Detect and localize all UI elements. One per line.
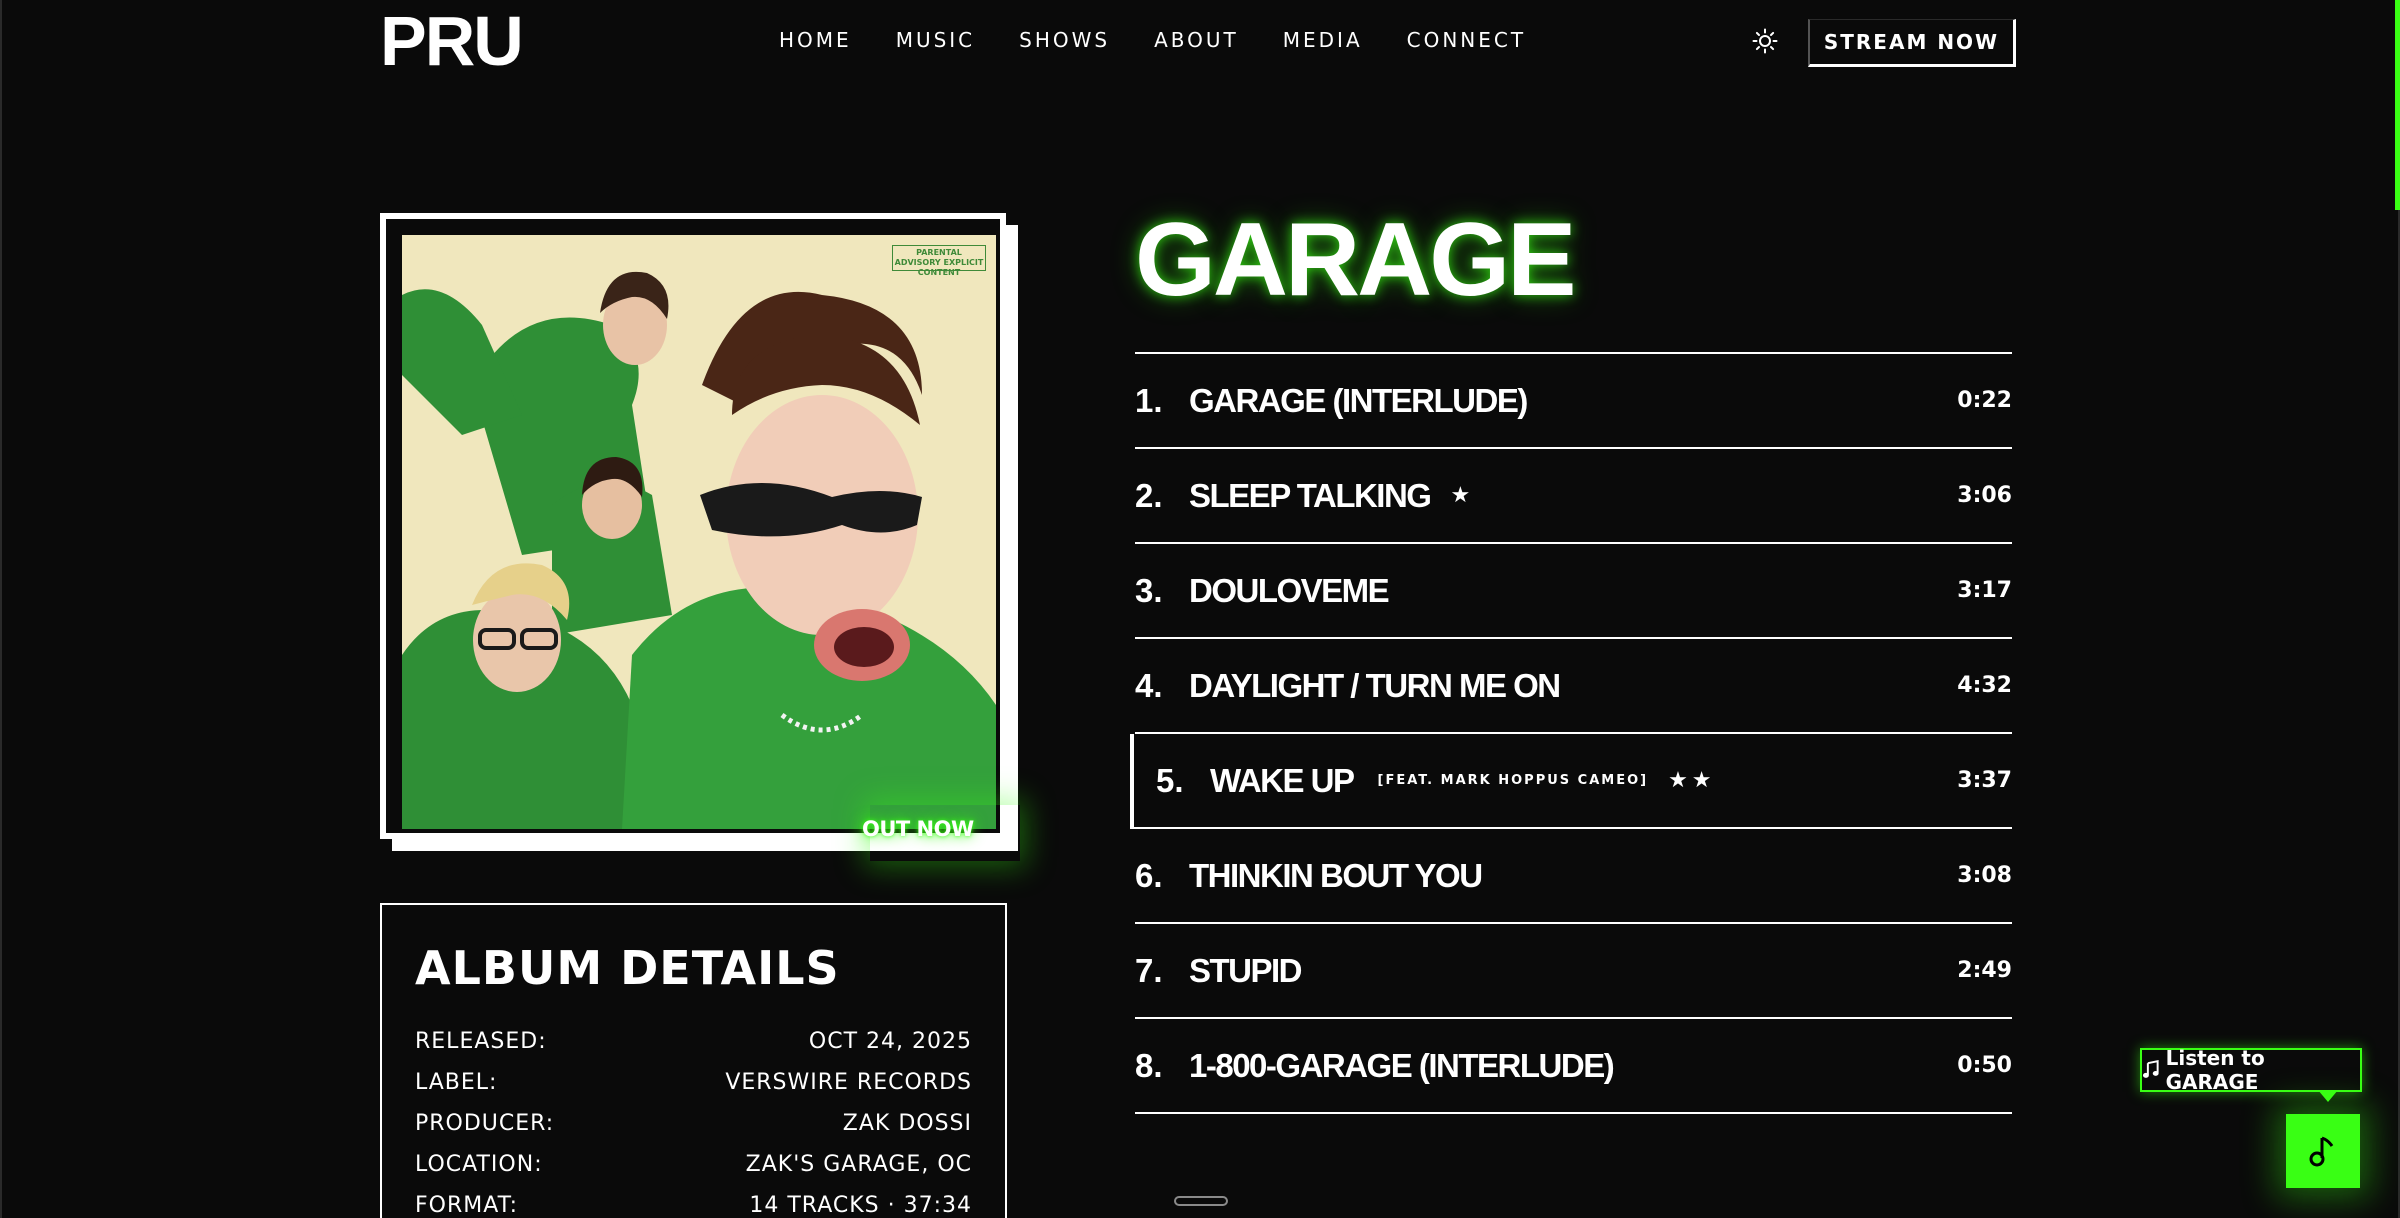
track-number: 6. — [1135, 856, 1163, 894]
parental-advisory-label: PARENTAL ADVISORY EXPLICIT CONTENT — [892, 245, 986, 277]
nav-link-music[interactable]: MUSIC — [896, 28, 975, 52]
track-number: 4. — [1135, 666, 1163, 704]
track-number: 7. — [1135, 951, 1163, 989]
listen-tooltip[interactable]: Listen to GARAGE — [2140, 1046, 2362, 1102]
scrollbar-thumb[interactable] — [2395, 0, 2400, 210]
detail-value: OCT 24, 2025 — [808, 1029, 972, 1054]
star-icon: ★ — [1450, 483, 1475, 508]
track-duration: 3:08 — [1957, 863, 2012, 888]
track-row[interactable]: 2. SLEEP TALKING ★ 3:06 — [1135, 449, 2012, 544]
music-player-button[interactable] — [2286, 1114, 2360, 1188]
detail-label: LABEL: — [415, 1070, 498, 1095]
album-art-image: PARENTAL ADVISORY EXPLICIT CONTENT — [402, 235, 996, 829]
track-duration: 4:32 — [1957, 673, 2012, 698]
track-row[interactable]: 8. 1-800-GARAGE (INTERLUDE) 0:50 — [1135, 1019, 2012, 1114]
track-title: THINKIN BOUT YOU — [1189, 856, 1483, 894]
detail-row-location: LOCATION: ZAK'S GARAGE, OC — [415, 1152, 972, 1177]
nav-link-connect[interactable]: CONNECT — [1407, 28, 1526, 52]
track-duration: 3:06 — [1957, 483, 2012, 508]
track-title: STUPID — [1189, 951, 1303, 989]
detail-label: FORMAT: — [415, 1193, 519, 1218]
track-title: WAKE UP — [1210, 761, 1355, 799]
track-duration: 0:22 — [1957, 388, 2012, 413]
music-note-icon — [2309, 1136, 2334, 1167]
out-now-badge: OUT NOW — [862, 817, 974, 841]
track-title: GARAGE (INTERLUDE) — [1189, 381, 1528, 419]
track-row[interactable]: 6. THINKIN BOUT YOU 3:08 — [1135, 829, 2012, 924]
scroll-indicator[interactable] — [1174, 1196, 1228, 1206]
track-row-active[interactable]: 5. WAKE UP [FEAT. MARK HOPPUS CAMEO] ★★ … — [1130, 734, 2012, 829]
track-title: 1-800-GARAGE (INTERLUDE) — [1189, 1046, 1615, 1084]
nav-link-shows[interactable]: SHOWS — [1019, 28, 1110, 52]
tracklist: 1. GARAGE (INTERLUDE) 0:22 2. SLEEP TALK… — [1130, 352, 2012, 1114]
track-row[interactable]: 1. GARAGE (INTERLUDE) 0:22 — [1135, 354, 2012, 449]
music-note-icon — [2142, 1060, 2159, 1078]
detail-row-released: RELEASED: OCT 24, 2025 — [415, 1029, 972, 1054]
track-number: 5. — [1156, 761, 1184, 799]
track-number: 1. — [1135, 381, 1163, 419]
detail-label: PRODUCER: — [415, 1111, 555, 1136]
track-title: SLEEP TALKING — [1189, 476, 1432, 514]
star-icon: ★★ — [1668, 768, 1716, 793]
track-title: DAYLIGHT / TURN ME ON — [1189, 666, 1561, 704]
theme-toggle-button[interactable] — [1751, 27, 1779, 55]
detail-value: VERSWIRE RECORDS — [725, 1070, 972, 1095]
track-title: DOULOVEME — [1189, 571, 1390, 609]
detail-row-label: LABEL: VERSWIRE RECORDS — [415, 1070, 972, 1095]
track-feature-note: [FEAT. MARK HOPPUS CAMEO] — [1377, 773, 1649, 788]
listen-tooltip-label: Listen to GARAGE — [2165, 1046, 2265, 1094]
album-title: GARAGE — [1135, 202, 1576, 318]
nav-link-about[interactable]: ABOUT — [1154, 28, 1239, 52]
stream-now-button[interactable]: STREAM NOW — [1808, 19, 2016, 67]
nav-links: HOME MUSIC SHOWS ABOUT MEDIA CONNECT — [779, 28, 1570, 52]
nav-link-media[interactable]: MEDIA — [1283, 28, 1363, 52]
detail-value: ZAK'S GARAGE, OC — [745, 1152, 972, 1177]
track-row[interactable]: 3. DOULOVEME 3:17 — [1135, 544, 2012, 639]
sun-icon — [1752, 28, 1778, 54]
detail-label: RELEASED: — [415, 1029, 547, 1054]
track-number: 8. — [1135, 1046, 1163, 1084]
track-duration: 2:49 — [1957, 958, 2012, 983]
detail-row-format: FORMAT: 14 TRACKS · 37:34 — [415, 1193, 972, 1218]
detail-value: ZAK DOSSI — [842, 1111, 972, 1136]
album-cover[interactable]: PARENTAL ADVISORY EXPLICIT CONTENT OUT N… — [380, 213, 1020, 853]
cover-frame: PARENTAL ADVISORY EXPLICIT CONTENT — [380, 213, 1006, 839]
top-nav: PRU HOME MUSIC SHOWS ABOUT MEDIA CONNECT… — [380, 0, 2016, 84]
album-details-card: ALBUM DETAILS RELEASED: OCT 24, 2025 LAB… — [380, 903, 1007, 1218]
track-row[interactable]: 7. STUPID 2:49 — [1135, 924, 2012, 1019]
track-duration: 3:17 — [1957, 578, 2012, 603]
album-details-heading: ALBUM DETAILS — [415, 941, 840, 995]
track-duration: 3:37 — [1957, 768, 2012, 793]
track-row[interactable]: 4. DAYLIGHT / TURN ME ON 4:32 — [1135, 639, 2012, 734]
album-art-illustration — [402, 235, 996, 829]
detail-label: LOCATION: — [415, 1152, 543, 1177]
track-number: 3. — [1135, 571, 1163, 609]
detail-value: 14 TRACKS · 37:34 — [749, 1193, 972, 1218]
track-duration: 0:50 — [1957, 1053, 2012, 1078]
detail-row-producer: PRODUCER: ZAK DOSSI — [415, 1111, 972, 1136]
track-number: 2. — [1135, 476, 1163, 514]
nav-link-home[interactable]: HOME — [779, 28, 852, 52]
site-logo[interactable]: PRU — [380, 6, 524, 76]
